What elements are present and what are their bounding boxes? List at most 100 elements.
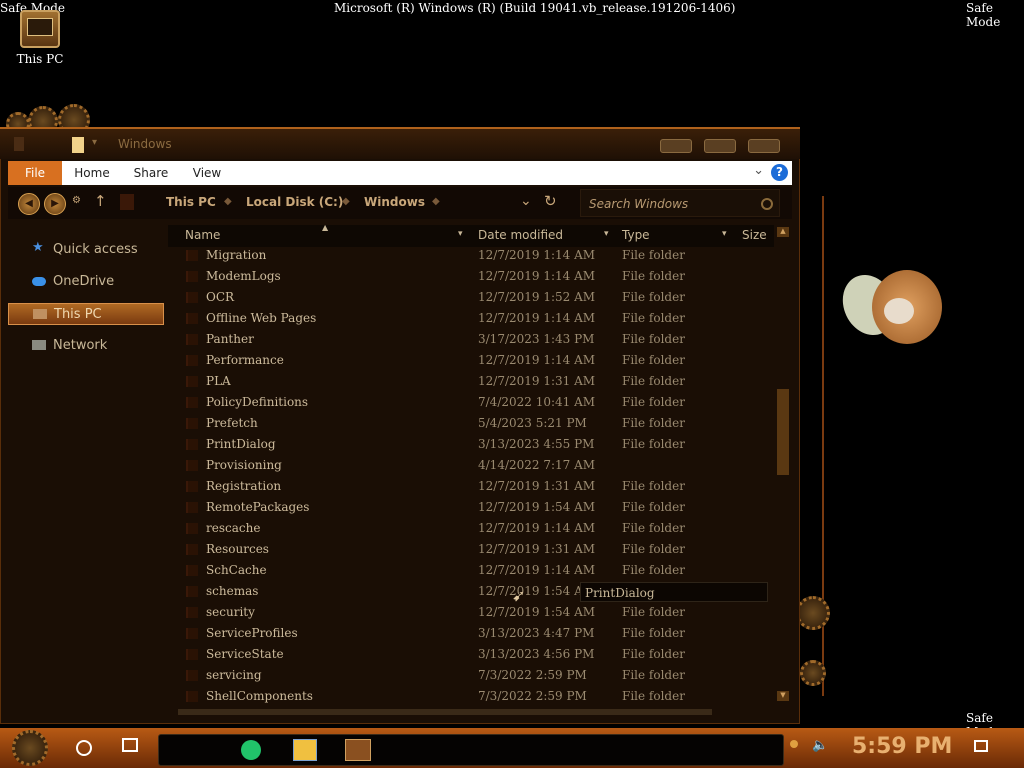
breadcrumb-separator-icon[interactable]: ◆ — [342, 196, 350, 207]
file-name: servicing — [206, 668, 262, 682]
folder-icon — [186, 628, 198, 639]
tab-view[interactable]: View — [188, 161, 226, 185]
maximize-button[interactable] — [704, 139, 736, 153]
tray-icon[interactable] — [790, 740, 798, 748]
help-button[interactable]: ? — [771, 164, 788, 181]
search-icon[interactable] — [76, 740, 92, 756]
column-header-name[interactable]: Name — [185, 228, 220, 242]
tab-file[interactable]: File — [8, 161, 62, 185]
file-date: 12/7/2019 1:14 AM — [478, 353, 596, 367]
file-date: 12/7/2019 1:14 AM — [478, 563, 596, 577]
scrollbar-thumb[interactable] — [178, 709, 712, 715]
vertical-scrollbar[interactable]: ▲ ▼ — [776, 225, 790, 705]
scroll-down-icon[interactable]: ▼ — [777, 691, 789, 701]
table-row[interactable]: RemotePackages 12/7/2019 1:54 AM File fold… — [168, 497, 774, 518]
start-button[interactable] — [12, 730, 48, 766]
table-row[interactable]: servicing 7/3/2022 2:59 PM File folder — [168, 665, 774, 686]
forward-button[interactable]: ▶ — [44, 193, 66, 215]
table-row[interactable]: Performance 12/7/2019 1:14 AM File folder — [168, 350, 774, 371]
tab-home[interactable]: Home — [70, 161, 114, 185]
minimize-button[interactable] — [660, 139, 692, 153]
qat-dropdown-icon[interactable]: ▾ — [92, 137, 97, 148]
table-row[interactable]: Provisioning 4/14/2022 7:17 AM — [168, 455, 774, 476]
volume-muted-icon[interactable]: 🔈 — [812, 738, 828, 753]
table-row[interactable]: PLA 12/7/2019 1:31 AM File folder — [168, 371, 774, 392]
table-row[interactable]: Prefetch 5/4/2023 5:21 PM File folder — [168, 413, 774, 434]
address-dropdown-icon[interactable]: ⌄ — [520, 193, 532, 209]
table-row[interactable]: ModemLogs 12/7/2019 1:14 AM File folder — [168, 266, 774, 287]
breadcrumb-windows[interactable]: Windows — [364, 195, 425, 209]
column-filter-icon[interactable]: ▾ — [458, 229, 463, 239]
recent-locations-icon[interactable]: ⚙ — [72, 195, 81, 206]
table-row[interactable]: OCR 12/7/2019 1:52 AM File folder — [168, 287, 774, 308]
table-row[interactable]: PolicyDefinitions 7/4/2022 10:41 AM File f… — [168, 392, 774, 413]
task-view-icon[interactable] — [122, 738, 138, 752]
table-row[interactable]: Resources 12/7/2019 1:31 AM File folder — [168, 539, 774, 560]
notification-icon[interactable] — [974, 740, 988, 752]
back-button[interactable]: ◀ — [18, 193, 40, 215]
table-row[interactable]: ShellComponents 7/3/2022 2:59 PM File fold… — [168, 686, 774, 705]
tab-share[interactable]: Share — [130, 161, 172, 185]
cursor-icon: ➹ — [512, 586, 526, 605]
table-row[interactable]: security 12/7/2019 1:54 AM File folder — [168, 602, 774, 623]
file-type: File folder — [622, 689, 685, 703]
sidebar-item-quick-access[interactable]: ★ Quick access — [8, 239, 164, 261]
expand-ribbon-chevron-icon[interactable]: ⌄ — [753, 163, 764, 178]
ribbon-tabs: File Home Share View ⌄ ? — [8, 161, 792, 185]
horizontal-scrollbar[interactable] — [168, 707, 774, 717]
table-row[interactable]: ServiceState 3/13/2023 4:56 PM File folder — [168, 644, 774, 665]
folder-icon — [186, 649, 198, 660]
scrollbar-thumb[interactable] — [777, 389, 789, 475]
file-type: File folder — [622, 626, 685, 640]
file-type: File folder — [622, 647, 685, 661]
table-row[interactable]: Offline Web Pages 12/7/2019 1:14 AM File f… — [168, 308, 774, 329]
folder-icon — [186, 334, 198, 345]
file-type: File folder — [622, 416, 685, 430]
close-button[interactable] — [748, 139, 780, 153]
table-row[interactable]: ServiceProfiles 3/13/2023 4:47 PM File fol… — [168, 623, 774, 644]
file-type: File folder — [622, 437, 685, 451]
column-header-date[interactable]: Date modified — [478, 228, 563, 242]
app-icon[interactable] — [345, 739, 371, 761]
file-type: File folder — [622, 563, 685, 577]
breadcrumb-separator-icon[interactable]: ◆ — [224, 196, 232, 207]
file-explorer-icon[interactable] — [293, 739, 317, 761]
column-header-size[interactable]: Size — [742, 228, 767, 242]
table-row[interactable]: SchCache 12/7/2019 1:14 AM File folder — [168, 560, 774, 581]
table-row[interactable]: Panther 3/17/2023 1:43 PM File folder — [168, 329, 774, 350]
refresh-icon[interactable]: ↻ — [544, 192, 557, 210]
file-type: File folder — [622, 290, 685, 304]
file-rows: Migration 12/7/2019 1:14 AM File folder Mod… — [168, 225, 774, 705]
file-name: RemotePackages — [206, 500, 310, 514]
file-name: Provisioning — [206, 458, 282, 472]
breadcrumb-this-pc[interactable]: This PC — [166, 195, 216, 209]
breadcrumb-separator-icon[interactable]: ◆ — [432, 196, 440, 207]
search-icon[interactable] — [761, 198, 773, 210]
table-row[interactable]: rescache 12/7/2019 1:14 AM File folder — [168, 518, 774, 539]
sidebar-item-onedrive[interactable]: OneDrive — [8, 271, 164, 293]
app-icon — [14, 137, 24, 151]
file-name: ModemLogs — [206, 269, 281, 283]
file-name: Panther — [206, 332, 254, 346]
table-row[interactable]: Migration 12/7/2019 1:14 AM File folder — [168, 245, 774, 266]
this-pc-desktop-icon[interactable]: This PC — [12, 10, 68, 66]
table-row[interactable]: Registration 12/7/2019 1:31 AM File folder — [168, 476, 774, 497]
clock[interactable]: 5:59 PM — [852, 734, 952, 759]
column-filter-icon[interactable]: ▾ — [604, 229, 609, 239]
sidebar-item-this-pc[interactable]: This PC — [8, 303, 164, 325]
title-bar[interactable]: ▾ Windows — [0, 129, 800, 159]
search-input[interactable]: Search Windows — [580, 189, 780, 217]
file-date: 7/3/2022 2:59 PM — [478, 689, 587, 703]
notes-app-icon[interactable] — [241, 740, 261, 760]
breadcrumb-local-disk[interactable]: Local Disk (C:) — [246, 195, 343, 209]
folder-icon — [186, 565, 198, 576]
column-filter-icon[interactable]: ▾ — [722, 229, 727, 239]
file-date: 7/3/2022 2:59 PM — [478, 668, 587, 682]
file-date: 3/13/2023 4:55 PM — [478, 437, 595, 451]
scroll-up-icon[interactable]: ▲ — [777, 227, 789, 237]
up-arrow-icon[interactable]: ↑ — [94, 192, 107, 210]
column-header-type[interactable]: Type — [622, 228, 650, 242]
table-row[interactable]: PrintDialog 3/13/2023 4:55 PM File folder — [168, 434, 774, 455]
file-date: 3/13/2023 4:47 PM — [478, 626, 595, 640]
sidebar-item-network[interactable]: Network — [8, 335, 164, 357]
